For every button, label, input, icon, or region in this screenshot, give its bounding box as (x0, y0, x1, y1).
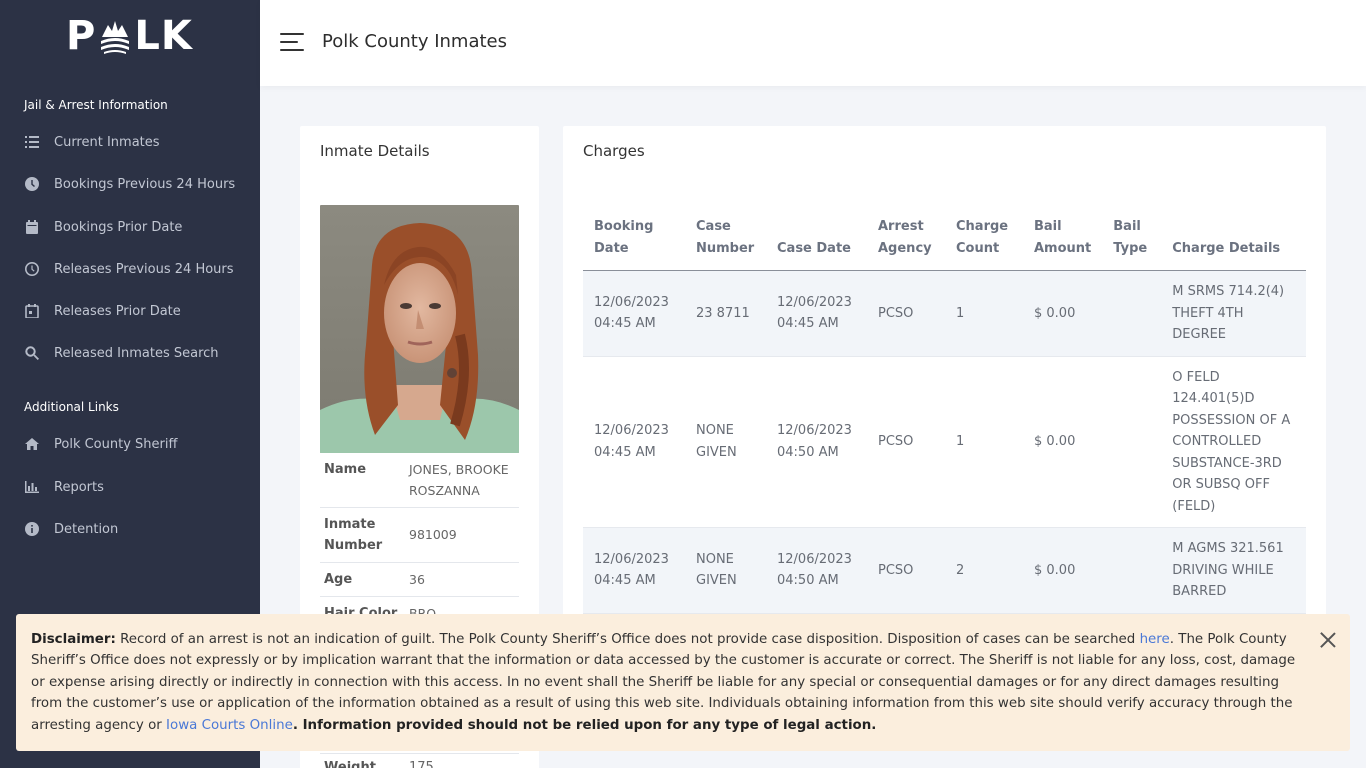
sidebar-item-label: Releases Previous 24 Hours (54, 261, 234, 277)
sidebar-item-label: Polk County Sheriff (54, 436, 178, 452)
cell-case-number: NONE GIVEN (685, 527, 766, 614)
sidebar-item-label: Reports (54, 479, 104, 495)
cell-bail-amount: $ 0.00 (1023, 527, 1103, 614)
inmate-info-table: Name JONES, BROOKE ROSZANNA Inmate Numbe… (320, 453, 519, 631)
cell-case-number: 23 8711 (685, 270, 766, 357)
cell-booking-date: 12/06/2023 04:45 AM (583, 527, 685, 614)
col-charge-details: Charge Details (1161, 216, 1306, 271)
close-icon[interactable] (1320, 632, 1336, 648)
sidebar-item-bookings-prior[interactable]: Bookings Prior Date (24, 217, 182, 237)
menu-toggle-icon[interactable] (280, 33, 304, 53)
sidebar-item-detention[interactable]: Detention (24, 519, 118, 539)
page-title: Polk County Inmates (322, 31, 507, 52)
cell-booking-date: 12/06/2023 04:45 AM (583, 270, 685, 357)
sidebar-item-current-inmates[interactable]: Current Inmates (24, 132, 160, 152)
disclaimer-label: Disclaimer: (31, 632, 116, 647)
table-row: 12/06/2023 04:45 AM NONE GIVEN 12/06/202… (583, 356, 1306, 528)
cell-bail-type (1102, 356, 1162, 528)
info-row-age: Age 36 (320, 563, 519, 597)
info-key: Weight (324, 760, 376, 768)
info-row-name: Name JONES, BROOKE ROSZANNA (320, 453, 519, 508)
col-bail-amount: Bail Amount (1023, 216, 1103, 271)
cell-case-date: 12/06/2023 04:50 AM (766, 527, 867, 614)
cell-arrest-agency: PCSO (867, 270, 945, 357)
cell-arrest-agency: PCSO (867, 356, 945, 528)
cell-bail-amount: $ 0.00 (1023, 270, 1103, 357)
cell-bail-type (1102, 270, 1162, 357)
cell-bail-amount: $ 0.00 (1023, 356, 1103, 528)
sidebar-item-label: Released Inmates Search (54, 345, 219, 361)
inmate-details-title: Inmate Details (320, 142, 430, 160)
info-row-weight: Weight 175 (320, 753, 519, 768)
bar-chart-icon (24, 479, 40, 495)
top-header: Polk County Inmates (260, 0, 1366, 86)
cell-charge-details: M SRMS 714.2(4) THEFT 4TH DEGREE (1161, 270, 1306, 357)
cell-charge-count: 2 (945, 527, 1023, 614)
search-icon (24, 345, 40, 361)
disclaimer-text-1: Record of an arrest is not an indication… (115, 632, 1140, 647)
col-booking-date: Booking Date (583, 216, 685, 271)
table-row: 12/06/2023 04:45 AM 23 8711 12/06/2023 0… (583, 270, 1306, 357)
info-key: Name (324, 462, 367, 477)
info-icon (24, 521, 40, 537)
disclaimer-bold-end: . Information provided should not be rel… (292, 717, 877, 733)
logo-letters-lk: LK (134, 13, 193, 59)
cell-booking-date: 12/06/2023 04:45 AM (583, 356, 685, 528)
sidebar-item-label: Bookings Previous 24 Hours (54, 176, 236, 192)
logo-letter-p: P (66, 13, 97, 59)
col-arrest-agency: Arrest Agency (867, 216, 945, 271)
sidebar-item-label: Current Inmates (54, 134, 160, 150)
sidebar-item-released-search[interactable]: Released Inmates Search (24, 343, 219, 363)
info-key: Inmate Number (324, 517, 383, 553)
charges-title: Charges (583, 142, 645, 160)
cell-charge-details: O FELD 124.401(5)D POSSESSION OF A CONTR… (1161, 356, 1306, 528)
cell-case-date: 12/06/2023 04:45 AM (766, 270, 867, 357)
sidebar-item-polk-sheriff[interactable]: Polk County Sheriff (24, 434, 177, 454)
cell-bail-type (1102, 527, 1162, 614)
nav-section-jail: Jail & Arrest Information (24, 98, 168, 112)
cell-case-date: 12/06/2023 04:50 AM (766, 356, 867, 528)
charges-table: Booking Date Case Number Case Date Arres… (583, 216, 1306, 614)
home-icon (24, 436, 40, 452)
col-bail-type: Bail Type (1102, 216, 1162, 271)
cell-case-number: NONE GIVEN (685, 356, 766, 528)
disclaimer-link-here[interactable]: here (1140, 632, 1170, 647)
info-value: 981009 (409, 527, 457, 542)
info-row-inmate-number: Inmate Number 981009 (320, 508, 519, 563)
polk-logo[interactable]: P LK (66, 13, 193, 59)
sidebar-item-label: Releases Prior Date (54, 303, 181, 319)
charges-card: Charges Booking Date Case Number Case Da… (563, 126, 1326, 626)
col-charge-count: Charge Count (945, 216, 1023, 271)
sidebar-item-label: Detention (54, 521, 119, 537)
info-value: JONES, BROOKE ROSZANNA (409, 462, 509, 498)
info-key: Age (324, 572, 353, 587)
cell-charge-count: 1 (945, 270, 1023, 357)
sidebar-item-releases-24h[interactable]: Releases Previous 24 Hours (24, 259, 234, 279)
clock-outline-icon (24, 261, 40, 277)
clock-icon (24, 176, 40, 192)
calendar-check-icon (24, 303, 40, 319)
table-row: 12/06/2023 04:45 AM NONE GIVEN 12/06/202… (583, 527, 1306, 614)
nav-section-additional: Additional Links (24, 400, 119, 414)
inmate-photo (320, 205, 519, 453)
sidebar-item-bookings-24h[interactable]: Bookings Previous 24 Hours (24, 174, 235, 194)
sidebar-item-releases-prior[interactable]: Releases Prior Date (24, 301, 181, 321)
col-case-number: Case Number (685, 216, 766, 271)
disclaimer-banner: Disclaimer: Record of an arrest is not a… (16, 614, 1350, 751)
cell-arrest-agency: PCSO (867, 527, 945, 614)
sidebar-item-label: Bookings Prior Date (54, 219, 183, 235)
cell-charge-count: 1 (945, 356, 1023, 528)
sidebar-item-reports[interactable]: Reports (24, 477, 104, 497)
info-value: 36 (409, 572, 425, 587)
cell-charge-details: M AGMS 321.561 DRIVING WHILE BARRED (1161, 527, 1306, 614)
logo-mark-icon (101, 21, 130, 54)
calendar-icon (24, 219, 40, 235)
list-icon (24, 134, 40, 150)
info-value: 175 (409, 760, 434, 768)
col-case-date: Case Date (766, 216, 867, 271)
disclaimer-link-iowa-courts[interactable]: Iowa Courts Online (166, 718, 293, 733)
charges-header-row: Booking Date Case Number Case Date Arres… (583, 216, 1306, 271)
